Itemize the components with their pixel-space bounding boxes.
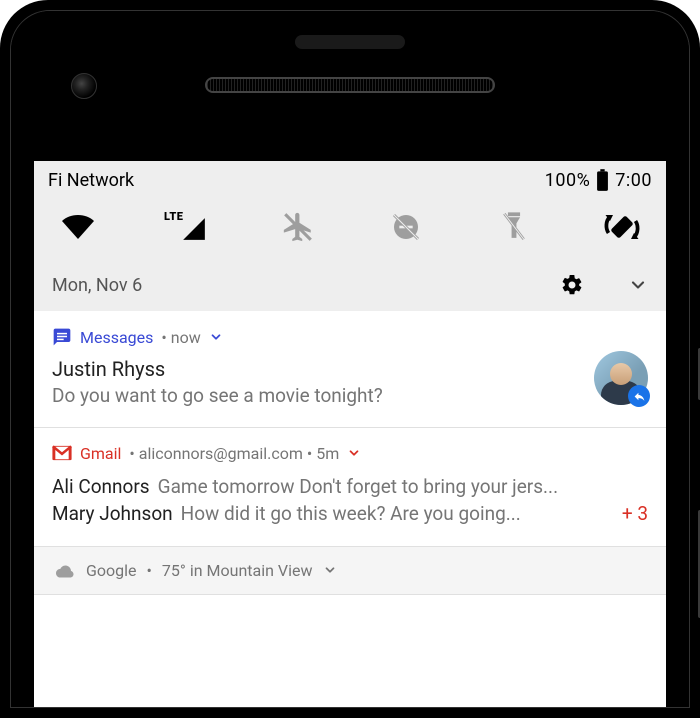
- cellular-toggle[interactable]: LTE: [168, 212, 208, 242]
- auto-rotate-icon: [604, 209, 640, 245]
- expand-notification-icon[interactable]: [347, 446, 361, 460]
- wifi-icon: [60, 213, 96, 241]
- additional-count: + 3: [610, 500, 648, 528]
- date-label: Mon, Nov 6: [52, 275, 142, 296]
- notification-text: Do you want to go see a movie tonight?: [52, 383, 648, 409]
- settings-icon[interactable]: [560, 273, 584, 297]
- weather-service: Google: [86, 561, 137, 580]
- do-not-disturb-toggle[interactable]: [388, 209, 424, 245]
- battery-icon: [596, 169, 609, 191]
- status-bar: Fi Network 100% 7:00: [34, 161, 666, 195]
- wifi-toggle[interactable]: [60, 209, 96, 245]
- phone-top-bezel: [11, 11, 689, 161]
- email-preview: Game tomorrow Don't forget to bring your…: [158, 473, 558, 501]
- reply-button[interactable]: [628, 385, 650, 407]
- email-preview-row: Mary Johnson How did it go this week? Ar…: [52, 500, 648, 528]
- phone-earpiece: [205, 77, 495, 93]
- notification-title: Justin Rhyss: [52, 357, 648, 381]
- dnd-off-icon: [390, 211, 422, 243]
- email-preview: How did it go this week? Are you going..…: [181, 500, 521, 528]
- airplane-mode-toggle[interactable]: [280, 209, 316, 245]
- quick-settings-toggles: LTE: [34, 195, 666, 263]
- expand-notification-icon[interactable]: [209, 330, 223, 344]
- email-sender: Mary Johnson: [52, 500, 173, 528]
- app-name: Gmail: [80, 444, 121, 463]
- auto-rotate-toggle[interactable]: [604, 209, 640, 245]
- cellular-network-label: LTE: [164, 210, 183, 223]
- phone-sensor-slot: [295, 35, 405, 49]
- separator: •: [147, 561, 152, 580]
- reply-icon: [633, 390, 646, 403]
- signal-icon: [181, 216, 207, 242]
- notification-meta: • aliconnors@gmail.com • 5m: [129, 444, 339, 463]
- email-preview-row: Ali Connors Game tomorrow Don't forget t…: [52, 473, 648, 501]
- email-sender: Ali Connors: [52, 473, 150, 501]
- sender-avatar-group: [594, 351, 648, 405]
- app-name: Messages: [80, 328, 153, 347]
- quick-settings-footer: Mon, Nov 6: [34, 263, 666, 311]
- notification-header: Gmail • aliconnors@gmail.com • 5m: [52, 444, 648, 463]
- notification-weather[interactable]: Google • 75° in Mountain View: [34, 547, 666, 595]
- phone-bezel: Fi Network 100% 7:00: [10, 10, 690, 708]
- weather-summary: 75° in Mountain View: [162, 561, 313, 580]
- email-previews: Ali Connors Game tomorrow Don't forget t…: [52, 473, 648, 528]
- notification-header: Messages • now: [52, 327, 648, 347]
- screen: Fi Network 100% 7:00: [34, 161, 666, 707]
- notification-meta: • now: [161, 328, 200, 347]
- flashlight-off-icon: [499, 210, 529, 244]
- clock: 7:00: [615, 170, 652, 191]
- cloud-icon: [52, 561, 76, 579]
- notification-list: Messages • now Justin Rhyss Do you want …: [34, 311, 666, 595]
- expand-panel-icon[interactable]: [628, 275, 648, 295]
- carrier-label: Fi Network: [48, 170, 134, 191]
- phone-frame: Fi Network 100% 7:00: [0, 0, 700, 718]
- airplane-off-icon: [281, 210, 315, 244]
- notification-gmail[interactable]: Gmail • aliconnors@gmail.com • 5m Ali Co…: [34, 428, 666, 547]
- gmail-app-icon: [52, 445, 72, 461]
- expand-notification-icon[interactable]: [323, 563, 337, 577]
- phone-camera: [71, 73, 97, 99]
- quick-settings-panel: Fi Network 100% 7:00: [34, 161, 666, 311]
- messages-app-icon: [52, 327, 72, 347]
- battery-percent: 100%: [545, 170, 591, 191]
- flashlight-toggle[interactable]: [496, 209, 532, 245]
- notification-messages[interactable]: Messages • now Justin Rhyss Do you want …: [34, 311, 666, 428]
